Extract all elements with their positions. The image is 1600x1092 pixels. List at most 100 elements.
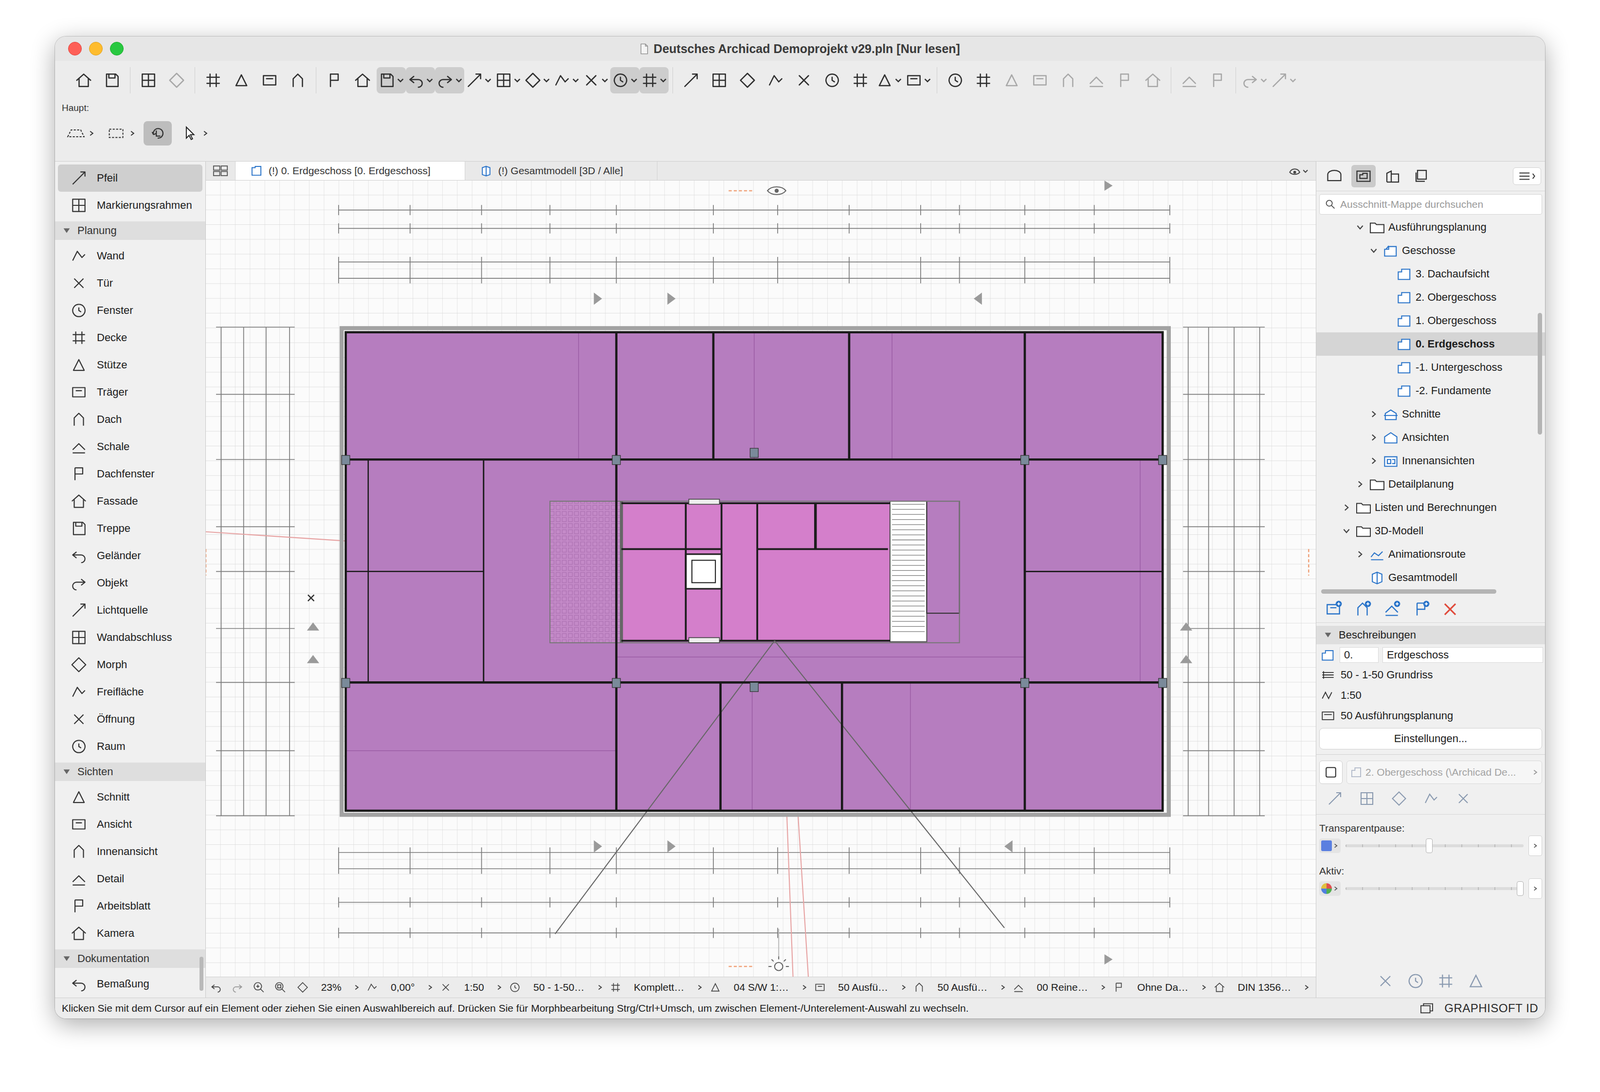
- color-button[interactable]: [1319, 881, 1341, 896]
- toolbar-button[interactable]: [789, 67, 819, 94]
- quick-option[interactable]: DIN 1356…: [1210, 981, 1313, 994]
- tree-item[interactable]: 1. Obergeschoss: [1316, 309, 1546, 333]
- slider-handle[interactable]: [1425, 838, 1433, 854]
- toolbox-section[interactable]: Dokumentation: [54, 949, 206, 968]
- quick-option[interactable]: 50 - 1-50…: [505, 981, 606, 994]
- tree-item[interactable]: Gesamtmodell: [1316, 565, 1546, 588]
- trace-action-icon[interactable]: [1358, 789, 1376, 808]
- redo-view-icon[interactable]: [231, 981, 244, 994]
- tree-item[interactable]: 3. Dachaufsicht: [1316, 262, 1546, 286]
- toolbar-button[interactable]: [1175, 67, 1204, 94]
- tree-item[interactable]: Ausführungsplanung: [1316, 215, 1546, 239]
- slider-track[interactable]: [1345, 844, 1524, 848]
- toolbox-item[interactable]: Träger: [57, 378, 203, 406]
- toolbox-item[interactable]: Freifläche: [57, 678, 203, 706]
- toolbar-button[interactable]: [581, 67, 611, 94]
- navigator-tab[interactable]: [1351, 164, 1376, 188]
- toolbar-button[interactable]: [551, 67, 582, 94]
- geometry-method-button[interactable]: [61, 121, 99, 146]
- tree-item[interactable]: 2. Obergeschoss: [1316, 285, 1546, 310]
- toolbar-button[interactable]: [733, 67, 762, 94]
- toolbox-item[interactable]: Dach: [57, 405, 203, 434]
- palette-tool-icon[interactable]: [1436, 971, 1456, 991]
- add-view-icon[interactable]: [1382, 600, 1401, 619]
- quick-option[interactable]: 23%: [293, 981, 364, 994]
- quick-option[interactable]: 1:50: [436, 981, 506, 994]
- toolbox-item[interactable]: Öffnung: [57, 705, 203, 733]
- tree-item[interactable]: Schnitte: [1316, 402, 1546, 426]
- toolbar-button[interactable]: [348, 67, 377, 94]
- zoom-button[interactable]: [109, 41, 124, 56]
- quick-option[interactable]: 50 Ausfü…: [909, 981, 1010, 994]
- tree-disclosure[interactable]: [1367, 454, 1380, 467]
- tree-disclosure[interactable]: [1381, 384, 1394, 397]
- navigator-tab[interactable]: [1322, 164, 1347, 188]
- toolbox-item[interactable]: Pfeil: [57, 164, 203, 192]
- tree-disclosure[interactable]: [1354, 571, 1366, 584]
- toolbar-button[interactable]: [639, 67, 669, 94]
- toolbox-item[interactable]: Detail: [57, 865, 203, 893]
- name-field[interactable]: Erdgeschoss: [1382, 647, 1544, 663]
- toolbox-item[interactable]: Decke: [57, 324, 203, 352]
- windows-icon[interactable]: [1418, 1001, 1435, 1016]
- property-row[interactable]: 1:50: [1316, 685, 1546, 706]
- toolbox-item[interactable]: Objekt: [57, 569, 203, 597]
- trace-reference-dropdown[interactable]: 2. Obergeschoss (\Archicad De...: [1346, 760, 1543, 784]
- toolbox-section[interactable]: Sichten: [54, 762, 206, 782]
- toolbox-item[interactable]: Wand: [57, 242, 203, 270]
- tab-overview-button[interactable]: [205, 161, 236, 181]
- tree-item[interactable]: Innenansichten: [1316, 449, 1546, 473]
- toolbar-button[interactable]: [1203, 67, 1232, 94]
- drawing-canvas[interactable]: [205, 180, 1316, 977]
- navigator-search[interactable]: Ausschnitt-Mappe durchsuchen: [1319, 194, 1543, 215]
- toolbar-button[interactable]: [435, 67, 465, 94]
- view-options-button[interactable]: [1280, 161, 1316, 181]
- tree-disclosure[interactable]: [1381, 361, 1394, 374]
- tree-disclosure[interactable]: [1381, 268, 1394, 280]
- view-tab[interactable]: (!) Gesamtmodell [3D / Alle]: [465, 161, 658, 181]
- scroll-thumb[interactable]: [1321, 589, 1497, 594]
- toolbar-button[interactable]: [1138, 67, 1167, 94]
- tree-item[interactable]: 0. Erdgeschoss: [1316, 332, 1546, 356]
- slider-handle[interactable]: [1516, 881, 1524, 896]
- tree-item[interactable]: Animationsroute: [1316, 542, 1546, 566]
- color-button[interactable]: [1319, 838, 1341, 854]
- toolbox-item[interactable]: Fassade: [57, 487, 203, 515]
- floor-plan[interactable]: [205, 180, 1316, 977]
- toolbox-item[interactable]: Raum: [57, 732, 203, 761]
- toolbar-button[interactable]: [705, 67, 734, 94]
- toolbar-button[interactable]: [522, 67, 552, 94]
- toolbar-button[interactable]: [134, 67, 163, 94]
- toolbox-item[interactable]: Kamera: [57, 919, 203, 947]
- toolbox-item[interactable]: Markierungsrahmen: [57, 191, 203, 219]
- graphisoft-id-button[interactable]: GRAPHISOFT ID: [1444, 1001, 1539, 1016]
- tree-disclosure[interactable]: [1381, 291, 1394, 304]
- settings-button[interactable]: Einstellungen...: [1319, 727, 1543, 750]
- toolbox-section[interactable]: Planung: [54, 221, 206, 240]
- toolbox-item[interactable]: Dachfenster: [57, 460, 203, 488]
- toolbar-button[interactable]: [874, 67, 904, 94]
- tree-item[interactable]: Listen und Berechnungen: [1316, 495, 1546, 520]
- tree-item[interactable]: Detailplanung: [1316, 472, 1546, 496]
- undo-view-icon[interactable]: [209, 981, 223, 994]
- pointer-button[interactable]: [175, 121, 213, 146]
- trace-action-icon[interactable]: [1390, 789, 1408, 808]
- toolbar-button[interactable]: [1269, 67, 1299, 94]
- quick-option[interactable]: 00 Reine…: [1009, 981, 1110, 994]
- toolbox-item[interactable]: Ansicht: [57, 810, 203, 838]
- toolbar-button[interactable]: [97, 67, 127, 94]
- toolbar-button[interactable]: [1110, 67, 1139, 94]
- toolbox-item[interactable]: Fenster: [57, 296, 203, 325]
- palette-tool-icon[interactable]: [1375, 971, 1396, 991]
- rotate-marquee-button[interactable]: [143, 121, 172, 146]
- toolbox-item[interactable]: Lichtquelle: [57, 596, 203, 624]
- toolbar-button[interactable]: [997, 67, 1026, 94]
- tree-disclosure[interactable]: [1367, 431, 1380, 444]
- tree-item[interactable]: Geschosse: [1316, 238, 1546, 263]
- property-row[interactable]: 50 Ausführungsplanung: [1316, 705, 1546, 727]
- slider-track[interactable]: [1345, 887, 1524, 891]
- delete-icon[interactable]: [1440, 600, 1460, 619]
- minimize-button[interactable]: [89, 41, 103, 56]
- tree-disclosure[interactable]: [1367, 244, 1380, 257]
- toolbar-button[interactable]: [464, 67, 494, 94]
